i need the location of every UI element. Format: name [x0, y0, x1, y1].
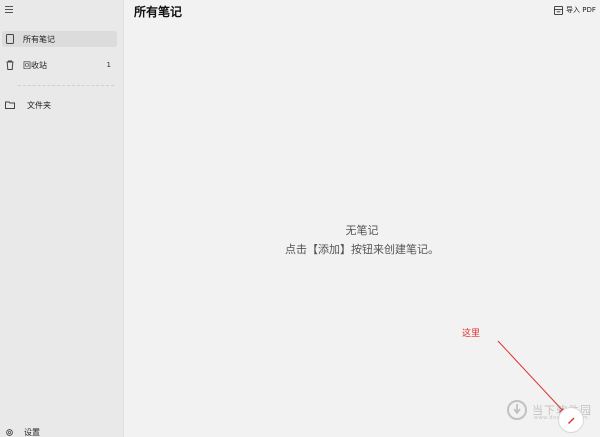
annotation-arrow	[497, 340, 567, 416]
add-note-button[interactable]	[558, 407, 584, 433]
pencil-icon	[568, 417, 575, 424]
app-window: 所有笔记 回收站 1 文件夹 设置 所有笔记 导入 PDF 无笔记 点击【添加】…	[0, 0, 600, 437]
watermark-logo-icon	[507, 400, 527, 420]
